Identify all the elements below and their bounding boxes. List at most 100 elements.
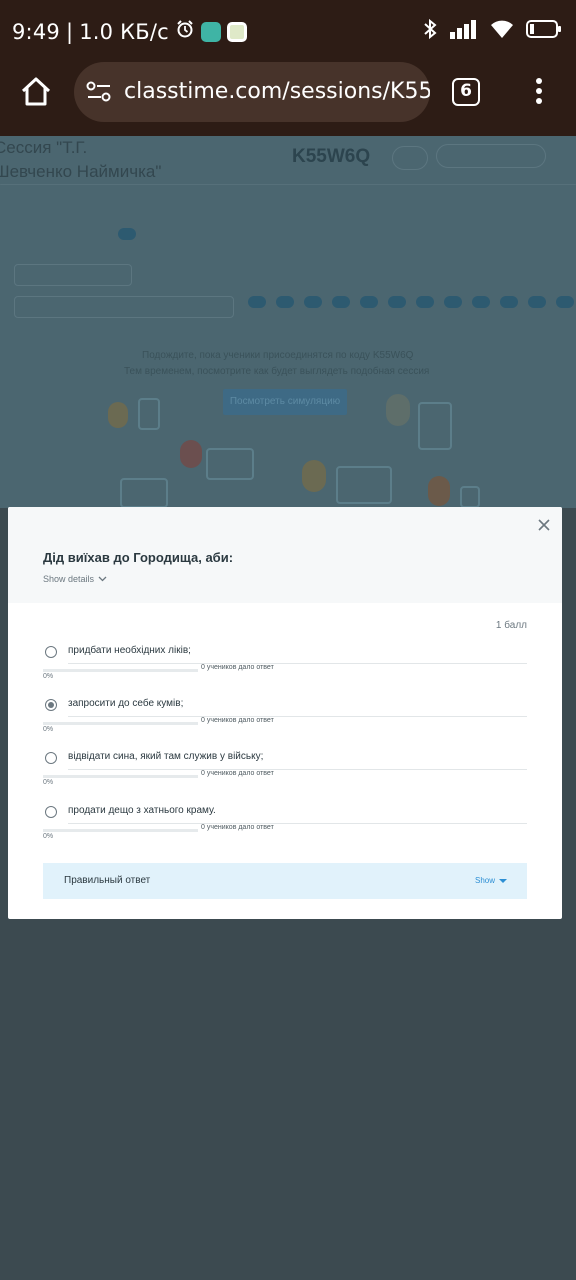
answer-option-label: запросити до себе кумів; bbox=[68, 698, 184, 709]
battery-icon bbox=[526, 19, 562, 44]
bg-pill bbox=[436, 144, 546, 168]
bg-divider bbox=[0, 184, 576, 185]
bg-question-dot bbox=[416, 296, 434, 308]
menu-dot bbox=[536, 78, 542, 84]
answer-option-label: продати дещо з хатнього краму. bbox=[68, 805, 216, 816]
bg-illustration bbox=[428, 476, 450, 506]
bg-question-dot bbox=[248, 296, 266, 308]
bg-question-dot bbox=[276, 296, 294, 308]
show-details-toggle[interactable]: Show details bbox=[43, 574, 107, 584]
site-settings-icon[interactable] bbox=[86, 80, 112, 109]
bg-illustration bbox=[180, 440, 202, 468]
answer-progress-bar bbox=[43, 775, 198, 778]
bg-illustration bbox=[386, 394, 410, 426]
show-details-label: Show details bbox=[43, 574, 95, 584]
tab-switcher-button[interactable]: 6 bbox=[452, 78, 480, 106]
home-icon bbox=[21, 77, 51, 106]
wifi-icon bbox=[490, 19, 514, 44]
answer-radio[interactable] bbox=[45, 752, 57, 764]
correct-answer-show-label: Show bbox=[474, 876, 495, 885]
bluetooth-icon bbox=[422, 18, 438, 45]
answer-count: 0 учеников дало ответ bbox=[201, 664, 274, 671]
signal-icon bbox=[450, 19, 478, 44]
answer-percent: 0% bbox=[43, 726, 54, 733]
answer-progress-bar bbox=[43, 722, 198, 725]
bg-illustration bbox=[120, 478, 168, 508]
bg-illustration bbox=[302, 460, 326, 492]
bg-toggle bbox=[118, 228, 136, 240]
answer-progress-bar bbox=[43, 829, 198, 832]
status-separator: | bbox=[65, 19, 74, 44]
answer-option-label: придбати необхідних ліків; bbox=[68, 645, 191, 656]
bg-select bbox=[14, 296, 234, 318]
waiting-text-2: Тем временем, посмотрите как будет выгля… bbox=[124, 366, 430, 377]
answer-divider bbox=[68, 823, 527, 824]
bg-illustration bbox=[460, 486, 480, 508]
status-bar: 9:49 | 1.0 КБ/с bbox=[0, 0, 576, 62]
alarm-icon bbox=[175, 19, 195, 44]
answer-option: продати дещо з хатнього краму. 0 учеников… bbox=[43, 805, 527, 851]
answer-count: 0 учеников дало ответ bbox=[201, 770, 274, 777]
bg-question-dot bbox=[360, 296, 378, 308]
correct-answer-show-button[interactable]: Show bbox=[475, 876, 507, 885]
bg-question-dot bbox=[500, 296, 518, 308]
answer-progress-bar bbox=[43, 669, 198, 672]
url-text: classtime.com/sessions/K55W6Q bbox=[124, 79, 430, 104]
status-time: 9:49 bbox=[12, 19, 60, 44]
background-page: Сессия "Т.Г. Шевченко Наймичка" K55W6Q П… bbox=[0, 136, 576, 508]
answer-radio[interactable] bbox=[45, 646, 57, 658]
question-title: Дід виїхав до Городища, аби: bbox=[43, 550, 234, 565]
answer-radio[interactable] bbox=[45, 699, 57, 711]
answer-percent: 0% bbox=[43, 779, 54, 786]
status-speed: 1.0 КБ/с bbox=[79, 19, 169, 44]
bg-illustration bbox=[336, 466, 392, 504]
answer-option-label: відвідати сина, який там служив у військ… bbox=[68, 751, 264, 762]
status-right bbox=[422, 18, 562, 45]
status-left: 9:49 | 1.0 КБ/с bbox=[12, 19, 247, 44]
answer-divider bbox=[68, 663, 527, 664]
simulation-button[interactable]: Посмотреть симуляцию bbox=[223, 389, 347, 415]
bg-question-dot bbox=[332, 296, 350, 308]
question-results-modal: Дід виїхав до Городища, аби: Show detail… bbox=[8, 507, 562, 919]
answer-radio[interactable] bbox=[45, 806, 57, 818]
correct-answer-label: Правильный ответ bbox=[64, 875, 151, 886]
bg-select bbox=[14, 264, 132, 286]
address-bar[interactable]: classtime.com/sessions/K55W6Q bbox=[74, 62, 430, 122]
bg-question-dot bbox=[304, 296, 322, 308]
answer-divider bbox=[68, 769, 527, 770]
app-icon bbox=[200, 21, 221, 42]
answer-option: запросити до себе кумів; 0 учеников дало … bbox=[43, 698, 527, 744]
bg-question-dot bbox=[444, 296, 462, 308]
answer-percent: 0% bbox=[43, 833, 54, 840]
caret-down-icon bbox=[499, 878, 507, 883]
bg-pill bbox=[392, 146, 428, 170]
waiting-text: Подождите, пока ученики присоединятся по… bbox=[142, 350, 414, 361]
menu-dot bbox=[536, 98, 542, 104]
session-code: K55W6Q bbox=[292, 146, 371, 167]
bg-illustration bbox=[138, 398, 160, 430]
answer-option: відвідати сина, який там служив у військ… bbox=[43, 751, 527, 797]
answer-percent: 0% bbox=[43, 673, 54, 680]
answer-option: придбати необхідних ліків; 0 учеников дал… bbox=[43, 645, 527, 691]
close-icon bbox=[538, 519, 550, 531]
menu-dot bbox=[536, 88, 542, 94]
session-title: Сессия "Т.Г. Шевченко Наймичка" bbox=[0, 138, 162, 181]
bg-question-dot bbox=[556, 296, 574, 308]
question-points: 1 балл bbox=[495, 620, 527, 631]
chevron-down-icon bbox=[98, 576, 107, 582]
app-icon-2 bbox=[226, 21, 247, 42]
correct-answer-panel: Правильный ответ Show bbox=[43, 863, 527, 899]
bg-illustration bbox=[108, 402, 128, 428]
answer-count: 0 учеников дало ответ bbox=[201, 824, 274, 831]
close-button[interactable] bbox=[535, 516, 553, 534]
answer-count: 0 учеников дало ответ bbox=[201, 717, 274, 724]
answer-divider bbox=[68, 716, 527, 717]
modal-header: Дід виїхав до Городища, аби: Show detail… bbox=[8, 507, 562, 603]
home-button[interactable] bbox=[18, 74, 58, 114]
browser-toolbar: classtime.com/sessions/K55W6Q 6 bbox=[0, 62, 576, 136]
bg-question-dot bbox=[472, 296, 490, 308]
bg-question-dot bbox=[528, 296, 546, 308]
bg-question-dot bbox=[388, 296, 406, 308]
browser-menu-button[interactable] bbox=[532, 78, 546, 108]
bg-illustration bbox=[418, 402, 452, 450]
